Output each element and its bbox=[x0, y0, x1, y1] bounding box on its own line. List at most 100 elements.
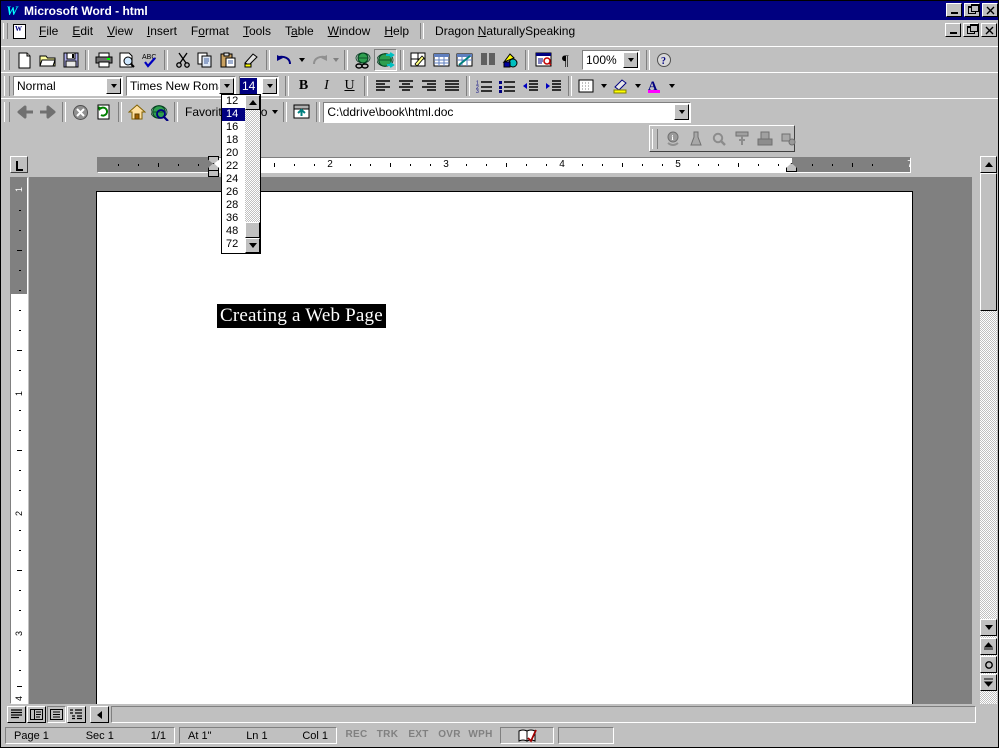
show-only-web-toolbar-icon[interactable] bbox=[290, 101, 313, 123]
scroll-down-button[interactable] bbox=[980, 619, 997, 636]
borders-dropdown-arrow-icon[interactable] bbox=[598, 75, 609, 97]
restore-button[interactable] bbox=[964, 3, 980, 17]
doc-close-button[interactable] bbox=[981, 23, 997, 37]
horizontal-ruler[interactable]: 1 2 3 4 5 7 bbox=[1, 154, 998, 177]
office-assistant-help-icon[interactable]: ? bbox=[653, 49, 676, 71]
address-dropdown-arrow-icon[interactable] bbox=[674, 103, 690, 120]
horizontal-scroll-track[interactable] bbox=[111, 706, 976, 723]
font-size-option-20[interactable]: 20 bbox=[222, 147, 246, 160]
menu-tools[interactable]: Tools bbox=[236, 22, 278, 40]
font-size-dropdown-scrollbar[interactable] bbox=[245, 95, 260, 253]
paste-clipboard-icon[interactable] bbox=[217, 49, 240, 71]
dropdown-scroll-up-button[interactable] bbox=[245, 95, 260, 110]
web-toolbar-grip[interactable] bbox=[4, 102, 10, 122]
status-flag-trk[interactable]: TRK bbox=[372, 727, 403, 744]
spelling-abc-check-icon[interactable]: ABC bbox=[138, 49, 161, 71]
page-layout-view-button[interactable] bbox=[47, 706, 66, 723]
document-control-icon[interactable] bbox=[11, 23, 28, 39]
doc-minimize-button[interactable] bbox=[945, 23, 961, 37]
align-center-icon[interactable] bbox=[394, 75, 417, 97]
cut-scissors-icon[interactable] bbox=[171, 49, 194, 71]
minimize-button[interactable] bbox=[946, 3, 962, 17]
font-size-dropdown-list[interactable]: 12 14 16 18 20 22 24 26 28 36 48 72 bbox=[221, 94, 261, 254]
next-page-button[interactable] bbox=[980, 674, 997, 691]
copy-icon[interactable] bbox=[194, 49, 217, 71]
font-size-option-14[interactable]: 14 bbox=[222, 108, 246, 121]
bulleted-list-icon[interactable] bbox=[496, 75, 519, 97]
status-flag-wph[interactable]: WPH bbox=[465, 727, 496, 744]
font-color-dropdown-arrow-icon[interactable] bbox=[666, 75, 677, 97]
menu-help[interactable]: Help bbox=[377, 22, 416, 40]
menu-insert[interactable]: Insert bbox=[140, 22, 184, 40]
italic-icon[interactable]: I bbox=[315, 75, 338, 97]
home-icon[interactable] bbox=[125, 101, 148, 123]
doc-restore-button[interactable] bbox=[963, 23, 979, 37]
status-flag-ext[interactable]: EXT bbox=[403, 727, 434, 744]
menu-table[interactable]: Table bbox=[278, 22, 321, 40]
outline-view-button[interactable] bbox=[67, 706, 86, 723]
font-size-combo[interactable]: 14 bbox=[239, 76, 279, 96]
font-size-option-22[interactable]: 22 bbox=[222, 160, 246, 173]
back-arrow-icon[interactable] bbox=[13, 101, 36, 123]
increase-indent-icon[interactable] bbox=[542, 75, 565, 97]
document-workspace[interactable]: Creating a Web Page bbox=[29, 177, 972, 704]
numbered-list-icon[interactable]: 1 2 3 bbox=[473, 75, 496, 97]
previous-page-button[interactable] bbox=[980, 638, 997, 655]
font-color-icon[interactable]: A bbox=[643, 75, 666, 97]
dropdown-scroll-track[interactable] bbox=[245, 110, 260, 238]
scroll-up-button[interactable] bbox=[980, 156, 997, 173]
font-size-option-18[interactable]: 18 bbox=[222, 134, 246, 147]
font-size-dropdown-arrow-icon[interactable] bbox=[262, 78, 277, 94]
stop-icon[interactable] bbox=[69, 101, 92, 123]
document-heading-text[interactable]: Creating a Web Page bbox=[217, 304, 386, 328]
bold-icon[interactable]: B bbox=[292, 75, 315, 97]
style-dropdown-arrow-icon[interactable] bbox=[106, 78, 121, 94]
redo-arrow-icon[interactable] bbox=[307, 49, 330, 71]
font-size-option-12[interactable]: 12 bbox=[222, 95, 246, 108]
formatting-toolbar-grip[interactable] bbox=[4, 76, 10, 96]
standard-toolbar-grip[interactable] bbox=[4, 50, 10, 70]
document-map-icon[interactable] bbox=[532, 49, 555, 71]
insert-table-icon[interactable] bbox=[430, 49, 453, 71]
refresh-icon[interactable] bbox=[92, 101, 115, 123]
font-size-option-72[interactable]: 72 bbox=[222, 238, 246, 251]
menu-edit[interactable]: Edit bbox=[65, 22, 100, 40]
insert-excel-worksheet-icon[interactable] bbox=[453, 49, 476, 71]
vertical-scroll-thumb[interactable] bbox=[980, 173, 997, 311]
normal-view-button[interactable] bbox=[7, 706, 26, 723]
menu-dragon-naturallyspeaking[interactable]: Dragon NaturallySpeaking bbox=[428, 22, 582, 40]
document-page[interactable]: Creating a Web Page bbox=[96, 191, 913, 704]
highlight-dropdown-arrow-icon[interactable] bbox=[632, 75, 643, 97]
tab-selector-button[interactable] bbox=[10, 156, 28, 173]
new-document-icon[interactable] bbox=[13, 49, 36, 71]
font-size-option-48[interactable]: 48 bbox=[222, 225, 246, 238]
undo-dropdown-arrow-icon[interactable] bbox=[296, 49, 307, 71]
search-web-icon[interactable] bbox=[148, 101, 171, 123]
show-formatting-marks-pilcrow-icon[interactable]: ¶ bbox=[555, 49, 578, 71]
justify-icon[interactable] bbox=[440, 75, 463, 97]
status-flag-ovr[interactable]: OVR bbox=[434, 727, 465, 744]
font-dropdown-arrow-icon[interactable] bbox=[219, 78, 234, 94]
status-flag-rec[interactable]: REC bbox=[341, 727, 372, 744]
menu-bar-grip[interactable] bbox=[3, 23, 8, 39]
format-painter-brush-icon[interactable] bbox=[240, 49, 263, 71]
forward-arrow-icon[interactable] bbox=[36, 101, 59, 123]
highlight-pen-icon[interactable] bbox=[609, 75, 632, 97]
vertical-ruler[interactable]: 1 1 2 3 4 bbox=[10, 177, 28, 704]
font-size-option-26[interactable]: 26 bbox=[222, 186, 246, 199]
address-combo[interactable]: C:\ddrive\book\html.doc bbox=[323, 101, 692, 123]
zoom-dropdown-arrow-icon[interactable] bbox=[623, 52, 638, 68]
style-combo[interactable]: Normal bbox=[13, 76, 123, 96]
select-browse-object-button[interactable] bbox=[980, 656, 997, 673]
menu-file[interactable]: File bbox=[32, 22, 65, 40]
save-floppy-icon[interactable] bbox=[59, 49, 82, 71]
align-left-icon[interactable] bbox=[371, 75, 394, 97]
print-preview-icon[interactable] bbox=[115, 49, 138, 71]
insert-hyperlink-globe-icon[interactable] bbox=[351, 49, 374, 71]
menu-format[interactable]: Format bbox=[184, 22, 236, 40]
open-folder-icon[interactable] bbox=[36, 49, 59, 71]
web-toolbar-globe-icon[interactable] bbox=[374, 49, 397, 71]
undo-arrow-icon[interactable] bbox=[273, 49, 296, 71]
font-combo[interactable]: Times New Roman bbox=[126, 76, 236, 96]
dropdown-scroll-down-button[interactable] bbox=[245, 238, 260, 253]
